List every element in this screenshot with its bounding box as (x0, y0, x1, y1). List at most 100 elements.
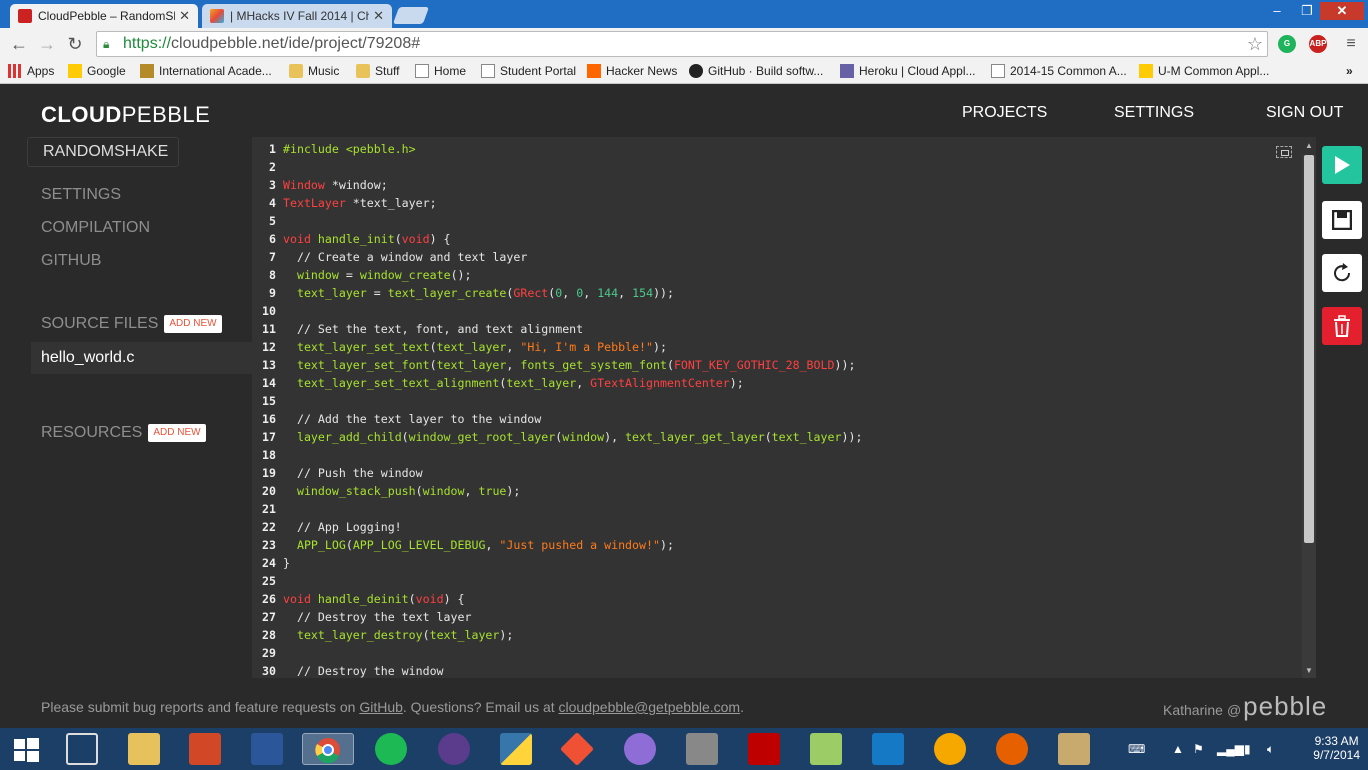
tab-close-icon[interactable]: ✕ (373, 8, 384, 24)
github-desktop-icon[interactable] (624, 733, 656, 765)
signal-icon[interactable]: ▂▄▆ (1217, 742, 1244, 756)
pebble-app-icon[interactable] (66, 733, 98, 765)
footer-github-link[interactable]: GitHub (359, 699, 403, 715)
volume-muted-icon[interactable]: 🔈︎ (1267, 742, 1274, 757)
menu-icon[interactable]: ≡ (1340, 33, 1362, 55)
address-bar[interactable]: 🔒︎ https://cloudpebble.net/ide/project/7… (96, 31, 1268, 57)
firefox-icon[interactable] (996, 733, 1028, 765)
notepad-icon[interactable] (810, 733, 842, 765)
scroll-down-arrow-icon[interactable]: ▼ (1305, 666, 1313, 675)
pebble-logo[interactable]: pebble (1243, 691, 1327, 722)
bookmark-common-app[interactable]: 2014-15 Common A... (991, 64, 1127, 78)
battery-icon[interactable]: ▮ (1244, 742, 1251, 756)
code-line[interactable]: 25 (252, 572, 862, 590)
code-line[interactable]: 2 (252, 158, 862, 176)
bookmarks-overflow-icon[interactable]: » (1346, 64, 1353, 78)
bookmark-google[interactable]: Google (68, 64, 126, 78)
code-line[interactable]: 7 // Create a window and text layer (252, 248, 862, 266)
code-line[interactable]: 11 // Set the text, font, and text align… (252, 320, 862, 338)
tab-cloudpebble[interactable]: CloudPebble – RandomSh ✕ (10, 4, 198, 28)
adblock-extension-icon[interactable]: ABP (1309, 35, 1327, 53)
audacity-icon[interactable] (934, 733, 966, 765)
tab-mhacks[interactable]: | MHacks IV Fall 2014 | Ch ✕ (202, 4, 392, 28)
python-icon[interactable] (500, 733, 532, 765)
code-line[interactable]: 12 text_layer_set_text(text_layer, "Hi, … (252, 338, 862, 356)
action-center-flag-icon[interactable]: ⚑ (1193, 742, 1204, 756)
code-line[interactable]: 9 text_layer = text_layer_create(GRect(0… (252, 284, 862, 302)
word-icon[interactable] (251, 733, 283, 765)
code-line[interactable]: 1 #include <pebble.h> (252, 140, 862, 158)
bookmark-music[interactable]: Music (289, 64, 339, 78)
code-line[interactable]: 27 // Destroy the text layer (252, 608, 862, 626)
sidebar-item-compilation[interactable]: COMPILATION (41, 219, 150, 237)
eclipse-icon[interactable] (438, 733, 470, 765)
wireshark-icon[interactable] (872, 733, 904, 765)
restore-button[interactable] (1322, 254, 1362, 292)
git-icon[interactable] (560, 732, 594, 766)
bookmark-apps[interactable]: Apps (8, 64, 54, 78)
sidebar-item-github[interactable]: GITHUB (41, 252, 101, 270)
sidebar-file-hello-world[interactable]: hello_world.c (31, 342, 252, 374)
code-line[interactable]: 23 APP_LOG(APP_LOG_LEVEL_DEBUG, "Just pu… (252, 536, 862, 554)
add-source-file-button[interactable]: ADD NEW (164, 315, 222, 333)
bookmark-star-icon[interactable]: ☆ (1247, 34, 1263, 55)
bookmark-hacker-news[interactable]: Hacker News (587, 64, 677, 78)
system-clock[interactable]: 9:33 AM 9/7/2014 (1313, 734, 1360, 762)
code-line[interactable]: 20 window_stack_push(window, true); (252, 482, 862, 500)
nav-projects[interactable]: PROJECTS (962, 104, 1047, 122)
forward-arrow-icon[interactable]: → (36, 33, 58, 55)
code-line[interactable]: 16 // Add the text layer to the window (252, 410, 862, 428)
fullscreen-icon[interactable] (1276, 146, 1292, 158)
code-editor[interactable]: 1 #include <pebble.h> 2 3 Window *window; 4 Te… (252, 137, 1316, 678)
project-name[interactable]: RANDOMSHAKE (27, 137, 179, 167)
scroll-up-arrow-icon[interactable]: ▲ (1305, 141, 1313, 150)
add-resource-button[interactable]: ADD NEW (148, 424, 206, 442)
code-line[interactable]: 30 // Destroy the window (252, 662, 862, 678)
show-hidden-icons-icon[interactable]: ▲ (1172, 742, 1184, 756)
code-line[interactable]: 29 (252, 644, 862, 662)
nav-settings[interactable]: SETTINGS (1114, 104, 1194, 122)
powerpoint-icon[interactable] (189, 733, 221, 765)
code-line[interactable]: 21 (252, 500, 862, 518)
bookmark-um-common-app[interactable]: U-M Common Appl... (1139, 64, 1269, 78)
code-line[interactable]: 8 window = window_create(); (252, 266, 862, 284)
back-arrow-icon[interactable]: ← (8, 33, 30, 55)
run-button[interactable] (1322, 146, 1362, 184)
code-line[interactable]: 26 void handle_deinit(void) { (252, 590, 862, 608)
code-line[interactable]: 10 (252, 302, 862, 320)
bookmark-github[interactable]: GitHub · Build softw... (689, 64, 823, 78)
delete-button[interactable] (1322, 307, 1362, 345)
bookmark-international-academy[interactable]: International Acade... (140, 64, 272, 78)
new-tab-button[interactable] (392, 7, 430, 24)
footer-email-link[interactable]: cloudpebble@getpebble.com (559, 699, 741, 715)
bookmark-home[interactable]: Home (415, 64, 466, 78)
code-line[interactable]: 19 // Push the window (252, 464, 862, 482)
code-line[interactable]: 6 void handle_init(void) { (252, 230, 862, 248)
nav-sign-out[interactable]: SIGN OUT (1266, 104, 1343, 122)
league-icon[interactable] (1058, 733, 1090, 765)
bookmark-heroku[interactable]: Heroku | Cloud Appl... (840, 64, 976, 78)
sidebar-item-settings[interactable]: SETTINGS (41, 186, 121, 204)
bookmark-stuff[interactable]: Stuff (356, 64, 399, 78)
code-line[interactable]: 14 text_layer_set_text_alignment(text_la… (252, 374, 862, 392)
save-button[interactable] (1322, 201, 1362, 239)
minimize-button[interactable]: ‒ (1262, 2, 1292, 20)
maximize-button[interactable]: ❐ (1292, 2, 1322, 20)
filezilla-icon[interactable] (748, 733, 780, 765)
editor-scrollbar[interactable] (1302, 155, 1316, 678)
code-line[interactable]: 22 // App Logging! (252, 518, 862, 536)
code-line[interactable]: 15 (252, 392, 862, 410)
tab-close-icon[interactable]: ✕ (179, 8, 190, 24)
code-line[interactable]: 17 layer_add_child(window_get_root_layer… (252, 428, 862, 446)
code-line[interactable]: 18 (252, 446, 862, 464)
grammarly-extension-icon[interactable]: G (1278, 35, 1296, 53)
keyboard-icon[interactable]: ⌨ (1128, 742, 1145, 756)
code-line[interactable]: 13 text_layer_set_font(text_layer, fonts… (252, 356, 862, 374)
code-line[interactable]: 28 text_layer_destroy(text_layer); (252, 626, 862, 644)
windows-start-icon[interactable] (10, 733, 42, 765)
code-line[interactable]: 24} (252, 554, 862, 572)
file-explorer-icon[interactable] (128, 733, 160, 765)
code-line[interactable]: 4 TextLayer *text_layer; (252, 194, 862, 212)
close-window-button[interactable]: ✕ (1320, 2, 1364, 20)
scrollbar-thumb[interactable] (1304, 155, 1314, 543)
